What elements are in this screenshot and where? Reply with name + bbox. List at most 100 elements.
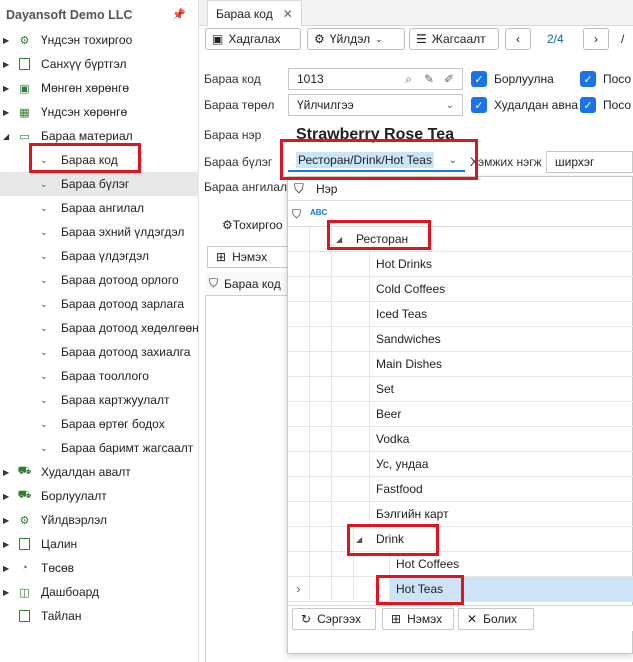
expand-arrow-icon[interactable]: ▶ bbox=[3, 84, 9, 93]
sidebar-child-item-internal-receipt[interactable]: ⌄ Бараа дотоод орлого bbox=[0, 268, 199, 292]
sidebar-item-fixed-assets[interactable]: ▶ ▦ Үндсэн хөрөнгө bbox=[0, 100, 199, 124]
pos-checkbox-2-label: Посо bbox=[603, 98, 632, 112]
tree-row[interactable]: Set bbox=[288, 377, 633, 402]
chevron-down-icon: ⌄ bbox=[375, 33, 383, 44]
sidebar-child-item-internal-transfer[interactable]: ⌄ Бараа дотоод хөдөлгөөн bbox=[0, 316, 199, 340]
collapse-arrow-icon[interactable]: ◢ bbox=[356, 535, 362, 544]
expand-arrow-icon[interactable]: ▶ bbox=[3, 60, 9, 69]
subpanel-add-button[interactable]: ⊞ Нэмэх bbox=[207, 246, 289, 268]
type-select[interactable]: Үйлчилгээ ⌄ bbox=[288, 94, 463, 116]
sidebar-item-purchase[interactable]: ▶ ⛟ Худалдан авалт bbox=[0, 460, 199, 484]
tree-row[interactable]: Hot Drinks bbox=[288, 252, 633, 277]
sidebar-child-item-group[interactable]: ⌄ Бараа бүлэг bbox=[0, 172, 199, 196]
filter-icon[interactable]: ⛉ bbox=[292, 207, 301, 222]
pencil-icon[interactable]: ✐ bbox=[444, 72, 454, 86]
tab-item-code[interactable]: Бараа код ✕ bbox=[207, 0, 302, 26]
actions-button[interactable]: ⚙ Үйлдэл ⌄ bbox=[307, 28, 405, 50]
chevron-down-icon: ⌄ bbox=[40, 154, 48, 165]
ledger-icon bbox=[18, 58, 31, 71]
tree-row[interactable]: Ус, ундаа bbox=[288, 452, 633, 477]
expand-arrow-icon[interactable]: ▶ bbox=[3, 516, 9, 525]
code-field[interactable]: 1013 ⌕ ✎ ✐ bbox=[288, 68, 463, 90]
sales-cart-icon: ⛟ bbox=[17, 489, 32, 501]
collapse-arrow-icon[interactable]: ◢ bbox=[3, 132, 9, 141]
sidebar-item-payroll[interactable]: ▶ Цалин bbox=[0, 532, 199, 556]
tree-row[interactable]: Beer bbox=[288, 402, 633, 427]
refresh-button[interactable]: ↻ Сэргээх bbox=[292, 608, 376, 630]
box-icon: ▭ bbox=[19, 130, 30, 143]
plus-icon: ⊞ bbox=[391, 612, 402, 626]
chevron-down-icon: ⌄ bbox=[40, 202, 48, 213]
tree-row[interactable]: Cold Coffees bbox=[288, 277, 633, 302]
tree-row-restaurant[interactable]: ◢ Ресторан bbox=[288, 227, 633, 252]
sidebar-child-item-code[interactable]: ⌄ Бараа код bbox=[0, 148, 199, 172]
search-icon[interactable]: ⌕ bbox=[405, 72, 412, 87]
sidebar-child-item-internal-issue[interactable]: ⌄ Бараа дотоод зарлага bbox=[0, 292, 199, 316]
tree-row[interactable]: Main Dishes bbox=[288, 352, 633, 377]
purchase-checkbox[interactable]: ✓ bbox=[471, 97, 487, 113]
expand-arrow-icon[interactable]: ▶ bbox=[3, 108, 9, 117]
tab-settings[interactable]: ⚙Тохиргоо bbox=[222, 218, 283, 232]
edit-icon[interactable]: ✎ bbox=[424, 72, 434, 86]
sidebar-child-item-balance[interactable]: ⌄ Бараа үлдэгдэл bbox=[0, 244, 199, 268]
sidebar-child-item-category[interactable]: ⌄ Бараа ангилал bbox=[0, 196, 199, 220]
sidebar-child-item-stocktake[interactable]: ⌄ Бараа тооллого bbox=[0, 364, 199, 388]
tree-row[interactable]: Iced Teas bbox=[288, 302, 633, 327]
popup-filter-row[interactable]: ⛉ ABC bbox=[288, 201, 633, 227]
chevron-down-icon: ⌄ bbox=[40, 346, 48, 357]
unit-field[interactable]: ширхэг bbox=[546, 151, 633, 173]
popup-add-button[interactable]: ⊞ Нэмэх bbox=[382, 608, 454, 630]
next-page-button[interactable]: › bbox=[583, 28, 609, 50]
tree-row[interactable]: Fastfood bbox=[288, 477, 633, 502]
collapse-arrow-icon[interactable]: ◢ bbox=[336, 235, 342, 244]
tree-row-drink[interactable]: ◢ Drink bbox=[288, 527, 633, 552]
tree-row-hot-teas[interactable]: › Hot Teas bbox=[288, 577, 633, 602]
purchase-checkbox-label: Худалдан авна bbox=[494, 98, 579, 112]
expand-arrow-icon[interactable]: ▶ bbox=[3, 564, 9, 573]
sidebar-item-finance[interactable]: ▶ Санхүү бүртгэл bbox=[0, 52, 199, 76]
popup-cancel-button[interactable]: ✕ Болих bbox=[458, 608, 534, 630]
sidebar-item-cash[interactable]: ▶ ▣ Мөнгөн хөрөнгө bbox=[0, 76, 199, 100]
popup-footer: ↻ Сэргээх ⊞ Нэмэх ✕ Болих bbox=[288, 605, 633, 631]
sidebar-item-settings[interactable]: ▶ ⚙ Үндсэн тохиргоо bbox=[0, 28, 199, 52]
expand-arrow-icon[interactable]: ▶ bbox=[3, 492, 9, 501]
chevron-down-icon: ⌄ bbox=[40, 178, 48, 189]
group-select[interactable]: Ресторан/Drink/Hot Teas ⌄ bbox=[288, 150, 465, 172]
sidebar-item-report[interactable]: Тайлан bbox=[0, 604, 199, 628]
sidebar-child-item-carding[interactable]: ⌄ Бараа картжуулалт bbox=[0, 388, 199, 412]
filter-icon[interactable]: ⛉ bbox=[294, 181, 304, 197]
pin-icon[interactable]: 📌 bbox=[172, 8, 186, 21]
pos-checkbox-1[interactable]: ✓ bbox=[580, 71, 596, 87]
filter-icon[interactable]: ⛉ bbox=[209, 276, 218, 291]
close-icon[interactable]: ✕ bbox=[283, 7, 293, 21]
sidebar-item-production[interactable]: ▶ ⚙ Үйлдвэрлэл bbox=[0, 508, 199, 532]
sidebar-item-dashboard[interactable]: ▶ ◫ Дашбоард bbox=[0, 580, 199, 604]
save-button[interactable]: ▣ Хадгалах bbox=[205, 28, 301, 50]
item-name-value[interactable]: Strawberry Rose Tea bbox=[296, 126, 454, 144]
sidebar-child-item-opening-balance[interactable]: ⌄ Бараа эхний үлдэгдэл bbox=[0, 220, 199, 244]
chevron-down-icon: ⌄ bbox=[40, 298, 48, 309]
pos-checkbox-2[interactable]: ✓ bbox=[580, 97, 596, 113]
company-name: Dayansoft Demo LLC bbox=[6, 8, 133, 22]
expand-arrow-icon[interactable]: ▶ bbox=[3, 36, 9, 45]
expand-arrow-icon[interactable]: ▶ bbox=[3, 588, 9, 597]
sidebar-child-item-internal-order[interactable]: ⌄ Бараа дотоод захиалга bbox=[0, 340, 199, 364]
sidebar-item-budget[interactable]: ▶ ◔ Төсөв bbox=[0, 556, 199, 580]
list-button[interactable]: ☰ Жагсаалт bbox=[409, 28, 499, 50]
prev-page-button[interactable]: ‹ bbox=[505, 28, 531, 50]
expand-arrow-icon[interactable]: ▶ bbox=[3, 540, 9, 549]
tree-row[interactable]: Sandwiches bbox=[288, 327, 633, 352]
cart-icon: ⛟ bbox=[17, 465, 32, 477]
tree-row[interactable]: Hot Coffees bbox=[288, 552, 633, 577]
sidebar-child-item-cost-calc[interactable]: ⌄ Бараа өртөг бодох bbox=[0, 412, 199, 436]
sidebar-item-inventory[interactable]: ◢ ▭ Бараа материал bbox=[0, 124, 199, 148]
building-icon: ▦ bbox=[19, 106, 30, 119]
text-filter-icon[interactable]: ABC bbox=[310, 208, 327, 217]
sidebar-item-sales[interactable]: ▶ ⛟ Борлуулалт bbox=[0, 484, 199, 508]
sidebar-child-item-doc-list[interactable]: ⌄ Бараа баримт жагсаалт bbox=[0, 436, 199, 460]
expand-arrow-icon[interactable]: ▶ bbox=[3, 468, 9, 477]
dashboard-icon: ◫ bbox=[19, 586, 30, 599]
sales-checkbox[interactable]: ✓ bbox=[471, 71, 487, 87]
tree-row[interactable]: Vodka bbox=[288, 427, 633, 452]
tree-row[interactable]: Бэлгийн карт bbox=[288, 502, 633, 527]
